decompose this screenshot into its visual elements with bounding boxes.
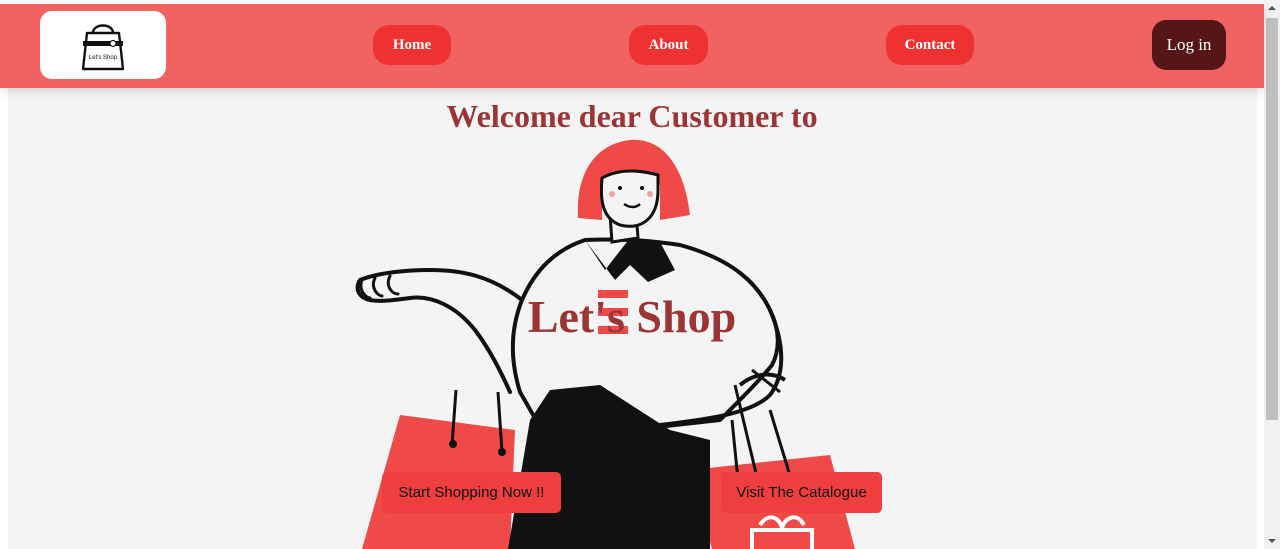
brand-title: Let's Shop bbox=[527, 291, 737, 342]
start-shopping-button[interactable]: Start Shopping Now !! bbox=[382, 472, 561, 513]
vertical-scrollbar[interactable] bbox=[1264, 0, 1280, 549]
nav-contact-button[interactable]: Contact bbox=[886, 25, 974, 65]
page: Let's Shop Home About Contact Log in Wel… bbox=[0, 0, 1280, 549]
login-button[interactable]: Log in bbox=[1152, 20, 1226, 70]
scrollbar-thumb[interactable] bbox=[1266, 18, 1278, 420]
chevron-down-icon[interactable] bbox=[1264, 533, 1280, 549]
welcome-heading: Welcome dear Customer to bbox=[446, 98, 818, 134]
chevron-up-icon[interactable] bbox=[1264, 0, 1280, 16]
logo-text: Let's Shop bbox=[89, 55, 118, 61]
nav-home-button[interactable]: Home bbox=[373, 25, 451, 65]
navbar: Let's Shop Home About Contact Log in bbox=[0, 4, 1264, 88]
shopping-bag-icon: Let's Shop bbox=[81, 24, 125, 71]
logo[interactable]: Let's Shop bbox=[40, 11, 166, 79]
visit-catalogue-button[interactable]: Visit The Catalogue bbox=[721, 472, 882, 513]
nav-about-button[interactable]: About bbox=[629, 25, 708, 65]
